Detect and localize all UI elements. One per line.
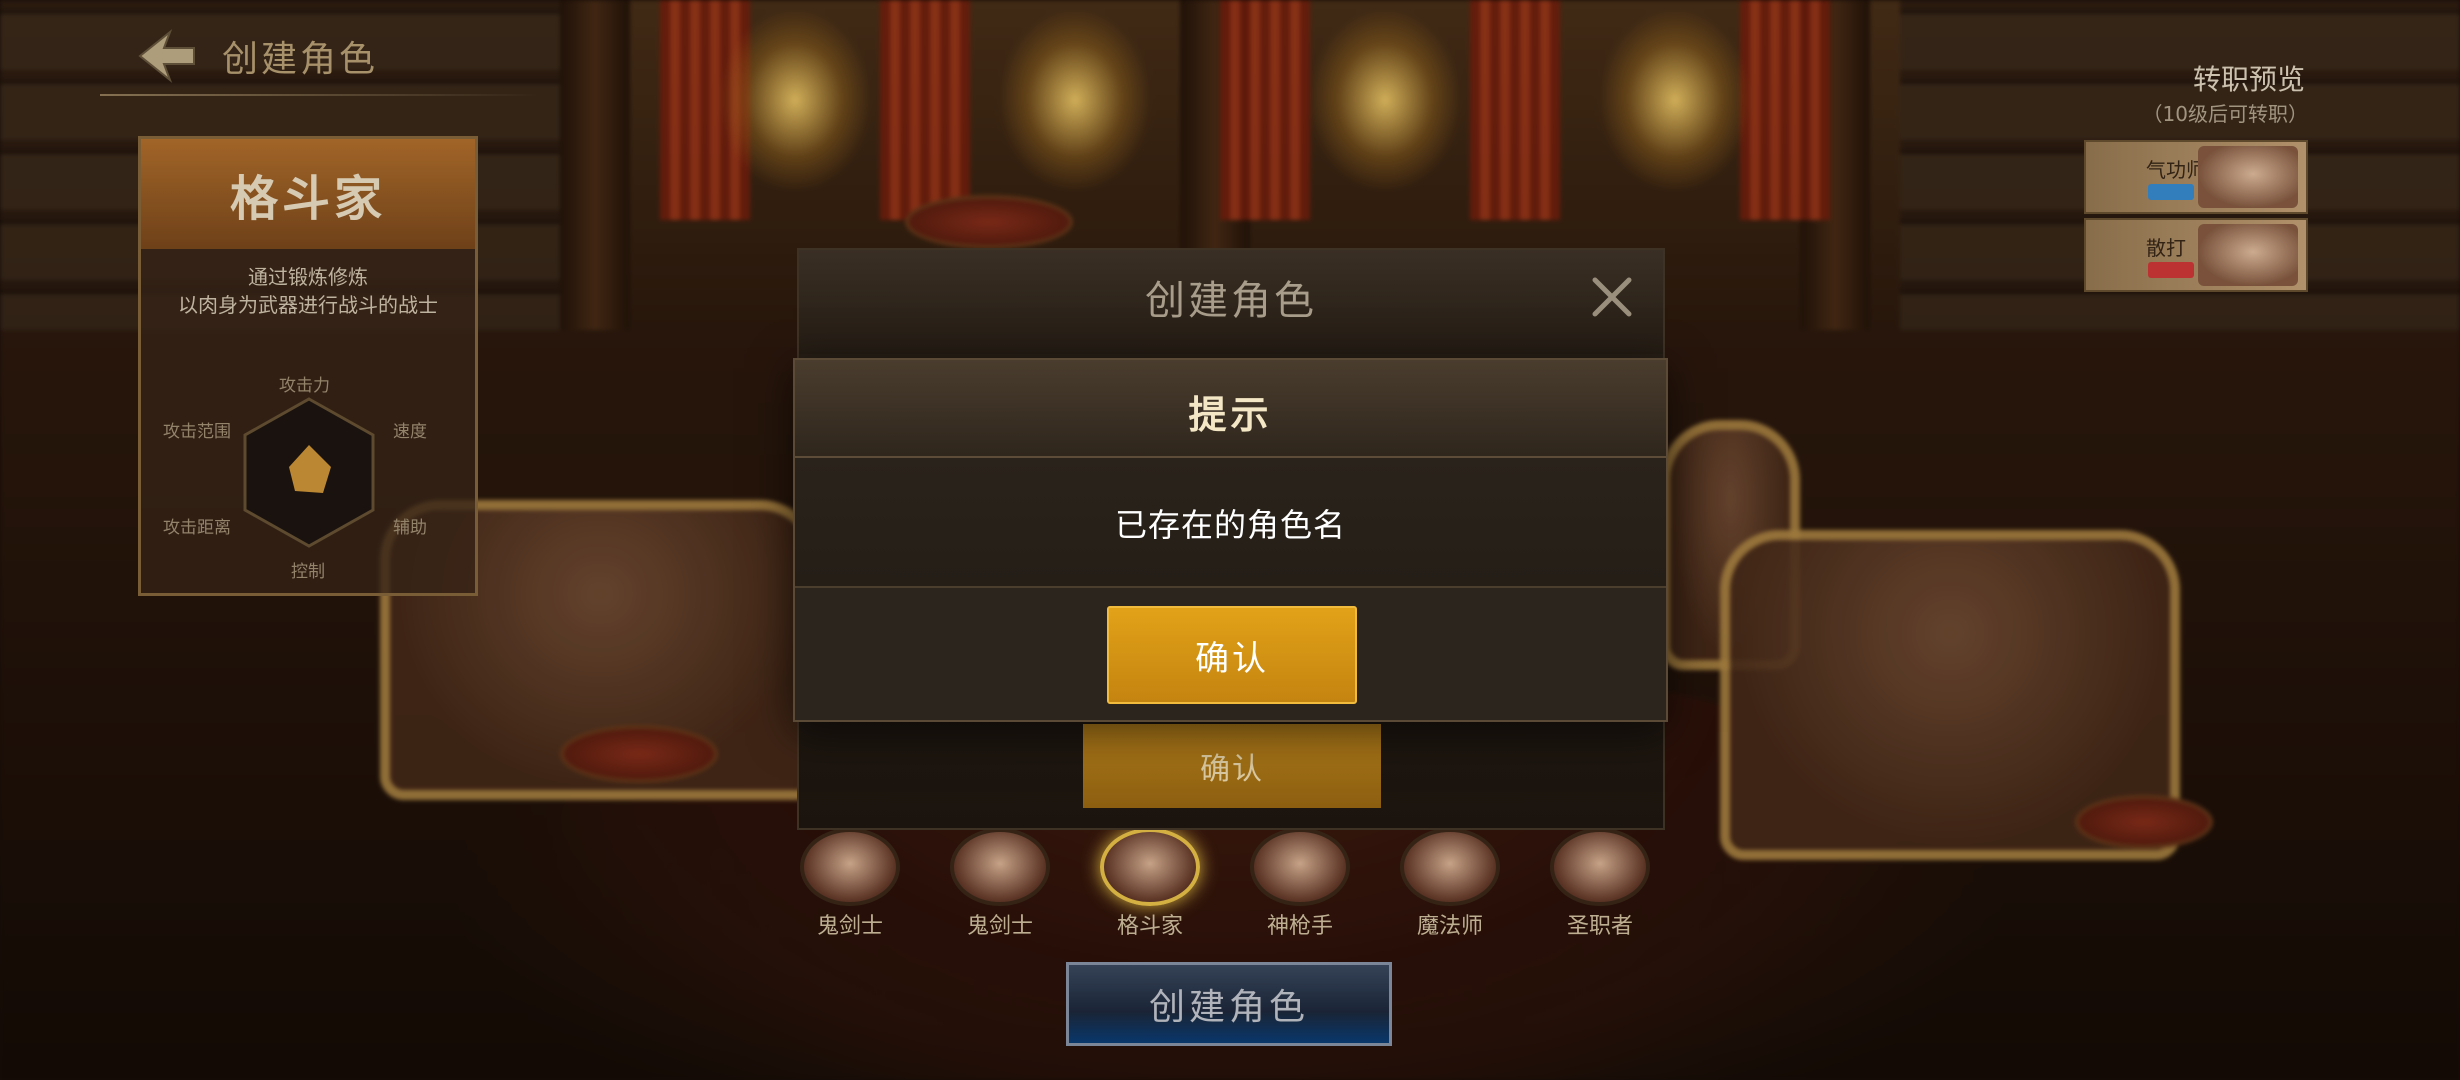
hint-title: 提示 <box>1188 393 1273 437</box>
close-button[interactable] <box>1587 272 1637 322</box>
dialog-title: 创建角色 <box>1145 278 1317 324</box>
dialog-confirm-button[interactable]: 确认 <box>1083 724 1381 808</box>
close-icon <box>1592 277 1632 317</box>
confirm-button[interactable]: 确认 <box>1107 606 1357 704</box>
hint-dialog: 提示 已存在的角色名 确认 <box>793 358 1668 722</box>
hint-body: 已存在的角色名 <box>795 458 1666 588</box>
hint-message: 已存在的角色名 <box>1114 506 1346 544</box>
